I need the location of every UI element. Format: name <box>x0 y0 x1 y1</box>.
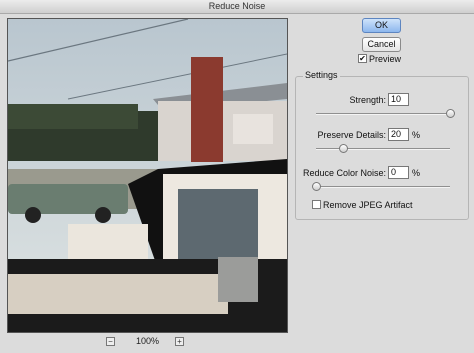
preserve-details-slider-track[interactable] <box>316 148 450 150</box>
preview-photo <box>8 19 287 332</box>
reduce-color-noise-label: Reduce Color Noise: <box>302 168 386 178</box>
preserve-details-unit: % <box>412 130 421 140</box>
preview-checkbox[interactable]: ✔ <box>358 54 367 63</box>
image-preview[interactable] <box>7 18 288 333</box>
zoom-controls: − 100% + <box>7 336 288 348</box>
zoom-in-icon[interactable]: + <box>175 337 184 346</box>
reduce-color-noise-slider-knob[interactable] <box>312 182 321 191</box>
preserve-details-slider-knob[interactable] <box>338 144 348 153</box>
checkmark-icon: ✔ <box>359 54 366 63</box>
reduce-color-noise-slider-track[interactable] <box>316 186 450 188</box>
strength-input[interactable]: 10 <box>388 93 409 106</box>
cancel-button[interactable]: Cancel <box>362 37 401 52</box>
remove-jpeg-artifact-label: Remove JPEG Artifact <box>323 200 413 210</box>
reduce-color-noise-unit: % <box>412 168 421 178</box>
settings-group-title: Settings <box>303 70 340 80</box>
preview-label: Preview <box>369 54 402 64</box>
strength-slider-knob[interactable] <box>446 109 455 118</box>
zoom-out-icon[interactable]: − <box>106 337 115 346</box>
window-title: Reduce Noise <box>208 1 266 11</box>
preserve-details-input[interactable]: 20 <box>388 128 409 141</box>
ok-button[interactable]: OK <box>362 18 401 33</box>
preserve-details-label: Preserve Details: <box>317 130 386 140</box>
remove-jpeg-artifact-checkbox[interactable] <box>312 200 321 209</box>
zoom-level: 100% <box>136 336 160 346</box>
reduce-color-noise-input[interactable]: 0 <box>388 166 409 179</box>
strength-label: Strength: <box>349 95 386 105</box>
strength-slider-track[interactable] <box>316 113 450 115</box>
window-title-bar: Reduce Noise <box>0 0 474 14</box>
